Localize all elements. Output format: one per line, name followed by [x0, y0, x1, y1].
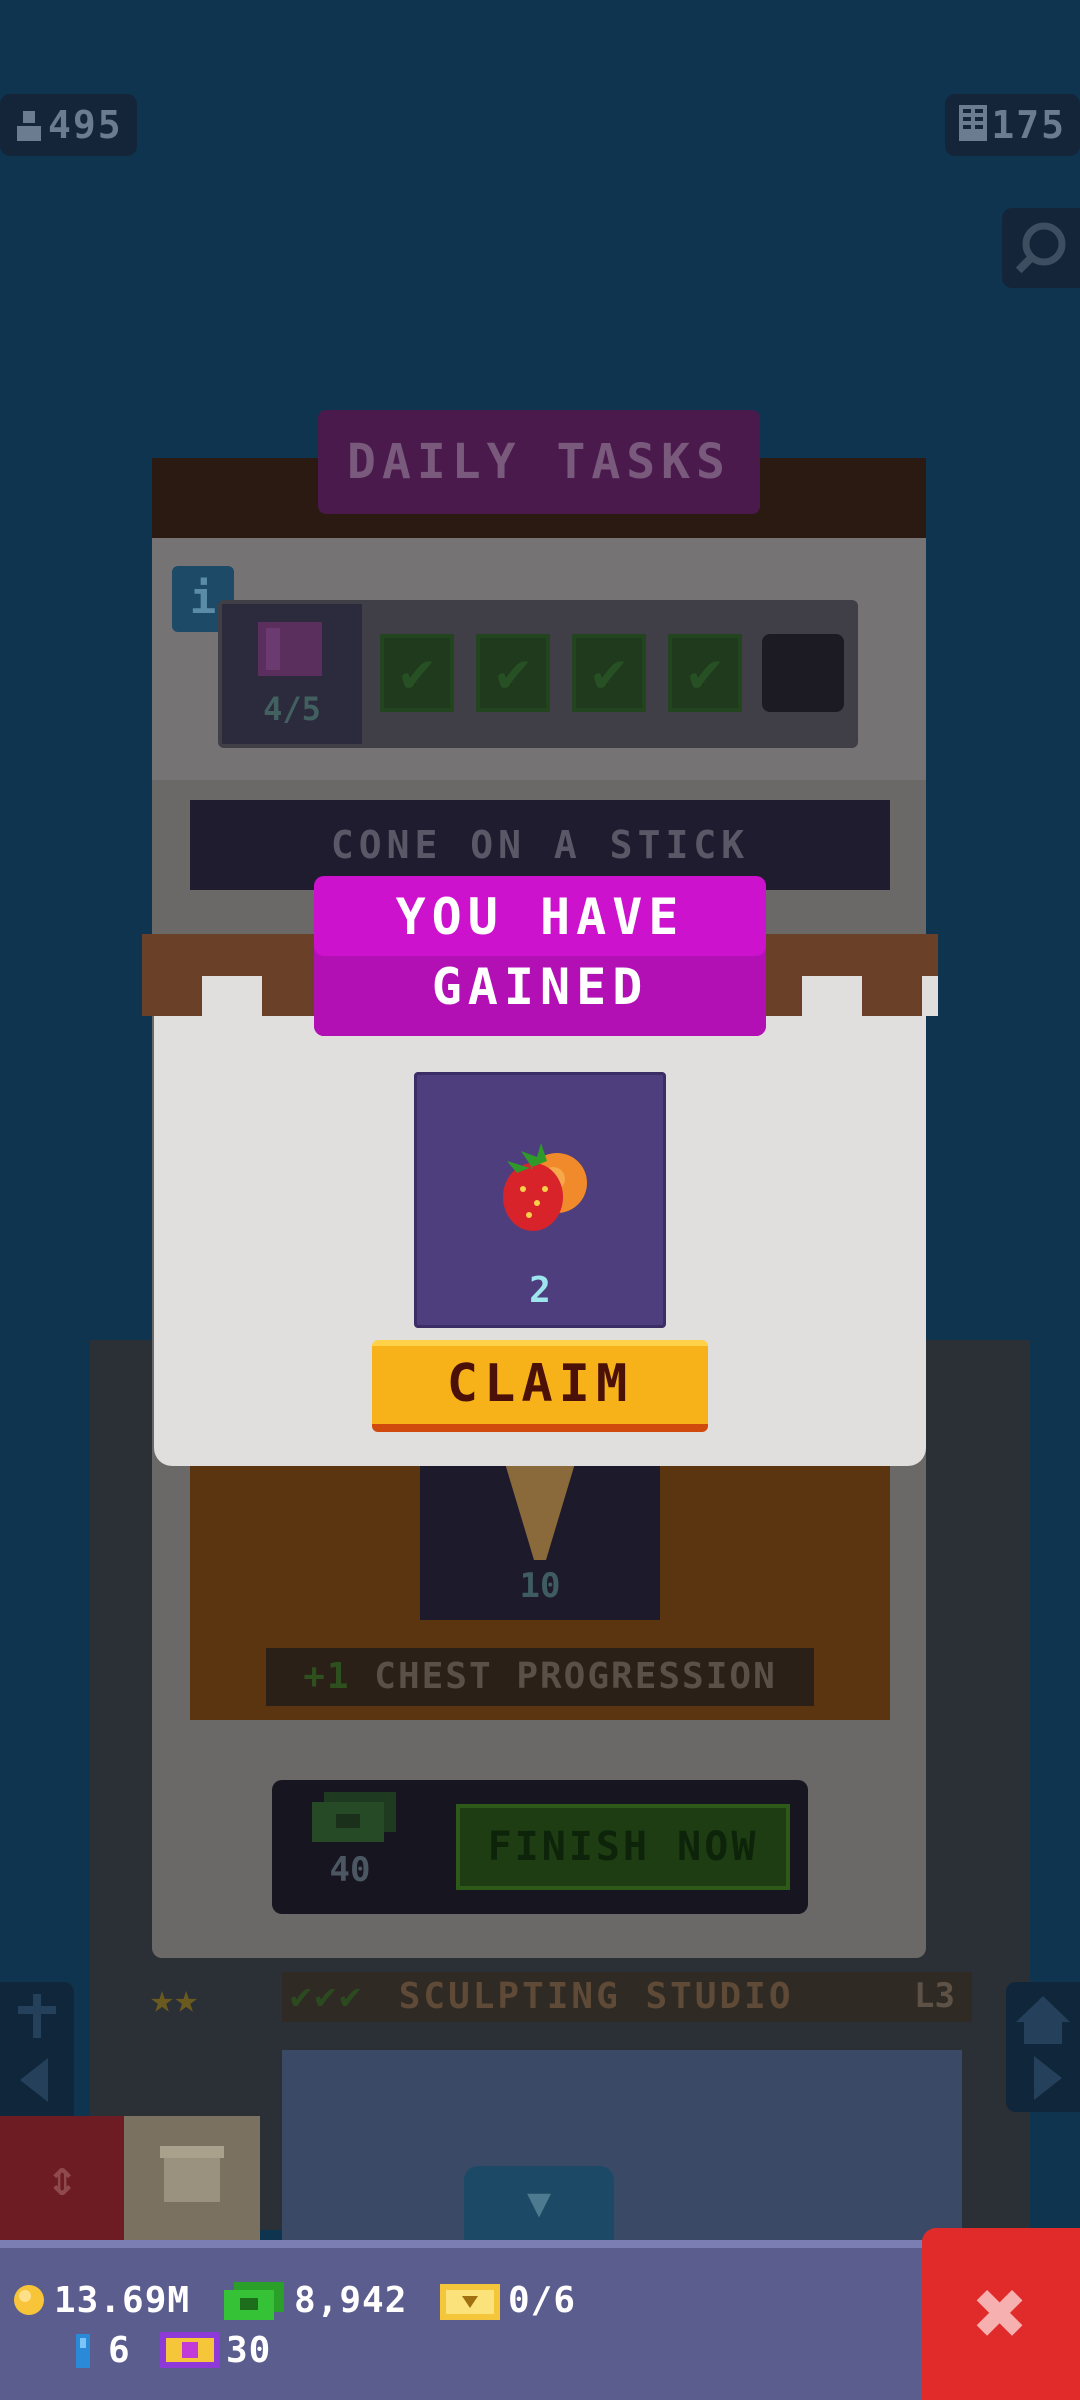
chevron-down-icon: ▼	[526, 2180, 552, 2226]
floor-header: ✔✔✔ SCULPTING STUDIO	[282, 1972, 972, 2022]
claim-button[interactable]: CLAIM	[372, 1340, 708, 1432]
key-icon	[74, 2334, 92, 2372]
info-icon: i	[189, 573, 217, 624]
tickets-value: 0/6	[508, 2280, 577, 2321]
check-icon: ✔	[496, 640, 530, 705]
task-check-4: ✔	[668, 634, 742, 712]
floor-stars: ★★	[150, 1976, 199, 2022]
bux-icon	[224, 2282, 286, 2326]
task-progress-count: 4/5	[263, 690, 321, 728]
task-check-1: ✔	[380, 634, 454, 712]
chest-progression-plus: +1	[303, 1656, 351, 1697]
floors-counter: 175	[945, 94, 1080, 156]
task-check-3: ✔	[572, 634, 646, 712]
task-check-5-empty	[762, 634, 844, 712]
ticket-icon	[440, 2284, 500, 2324]
check-icon: ✔	[592, 640, 626, 705]
bux-icon	[312, 1792, 398, 1848]
reward-quantity: 2	[529, 1270, 551, 1311]
bux-value: 8,942	[294, 2280, 408, 2321]
chest-progression-text: CHEST PROGRESSION	[374, 1656, 777, 1697]
close-icon: ✖	[973, 2261, 1029, 2366]
sculpting-studio-room[interactable]	[282, 2050, 962, 2240]
keys-value: 6	[108, 2330, 131, 2371]
floor-name: SCULPTING STUDIO	[398, 1976, 794, 2017]
cone-reward-count: 10	[519, 1566, 561, 1606]
up-down-arrows-icon: ⇕	[46, 2149, 78, 2207]
side-nav-left[interactable]	[0, 1982, 74, 2122]
floors-value: 175	[991, 103, 1066, 147]
reward-modal-title-line1: YOU HAVE	[395, 888, 685, 946]
drawer-toggle-button[interactable]: ▼	[464, 2166, 614, 2240]
daily-tasks-title: DAILY TASKS	[318, 410, 760, 514]
golden-ticket-icon	[160, 2332, 220, 2372]
finish-cost: 40	[329, 1850, 371, 1890]
chest-progression-label: +1 CHEST PROGRESSION	[266, 1648, 814, 1706]
population-value: 495	[48, 103, 123, 147]
check-icon: ✔	[688, 640, 722, 705]
elevator-button[interactable]: ⇕	[0, 2116, 124, 2240]
home-arrow-right-icon	[1006, 1996, 1080, 2116]
side-nav-right[interactable]	[1006, 1982, 1080, 2112]
reward-modal-title-line2: GAINED	[431, 958, 649, 1016]
finish-now-button[interactable]: FINISH NOW	[456, 1804, 790, 1890]
check-icon: ✔	[400, 640, 434, 705]
search-button[interactable]	[1002, 208, 1080, 288]
population-counter: 495	[0, 94, 137, 156]
floor-checks: ✔✔✔	[290, 1976, 365, 2017]
coins-value: 13.69M	[54, 2280, 191, 2321]
building-icon	[959, 97, 988, 159]
task-check-2: ✔	[476, 634, 550, 712]
coin-icon	[12, 2283, 46, 2321]
strawberry-orange-icon	[487, 1131, 599, 1245]
gold-tickets-value: 30	[226, 2330, 272, 2371]
close-button[interactable]: ✖	[922, 2228, 1080, 2400]
storage-button[interactable]	[124, 2116, 260, 2240]
search-icon	[1002, 222, 1080, 292]
person-icon	[14, 97, 44, 159]
floor-level: L3	[914, 1976, 955, 2016]
